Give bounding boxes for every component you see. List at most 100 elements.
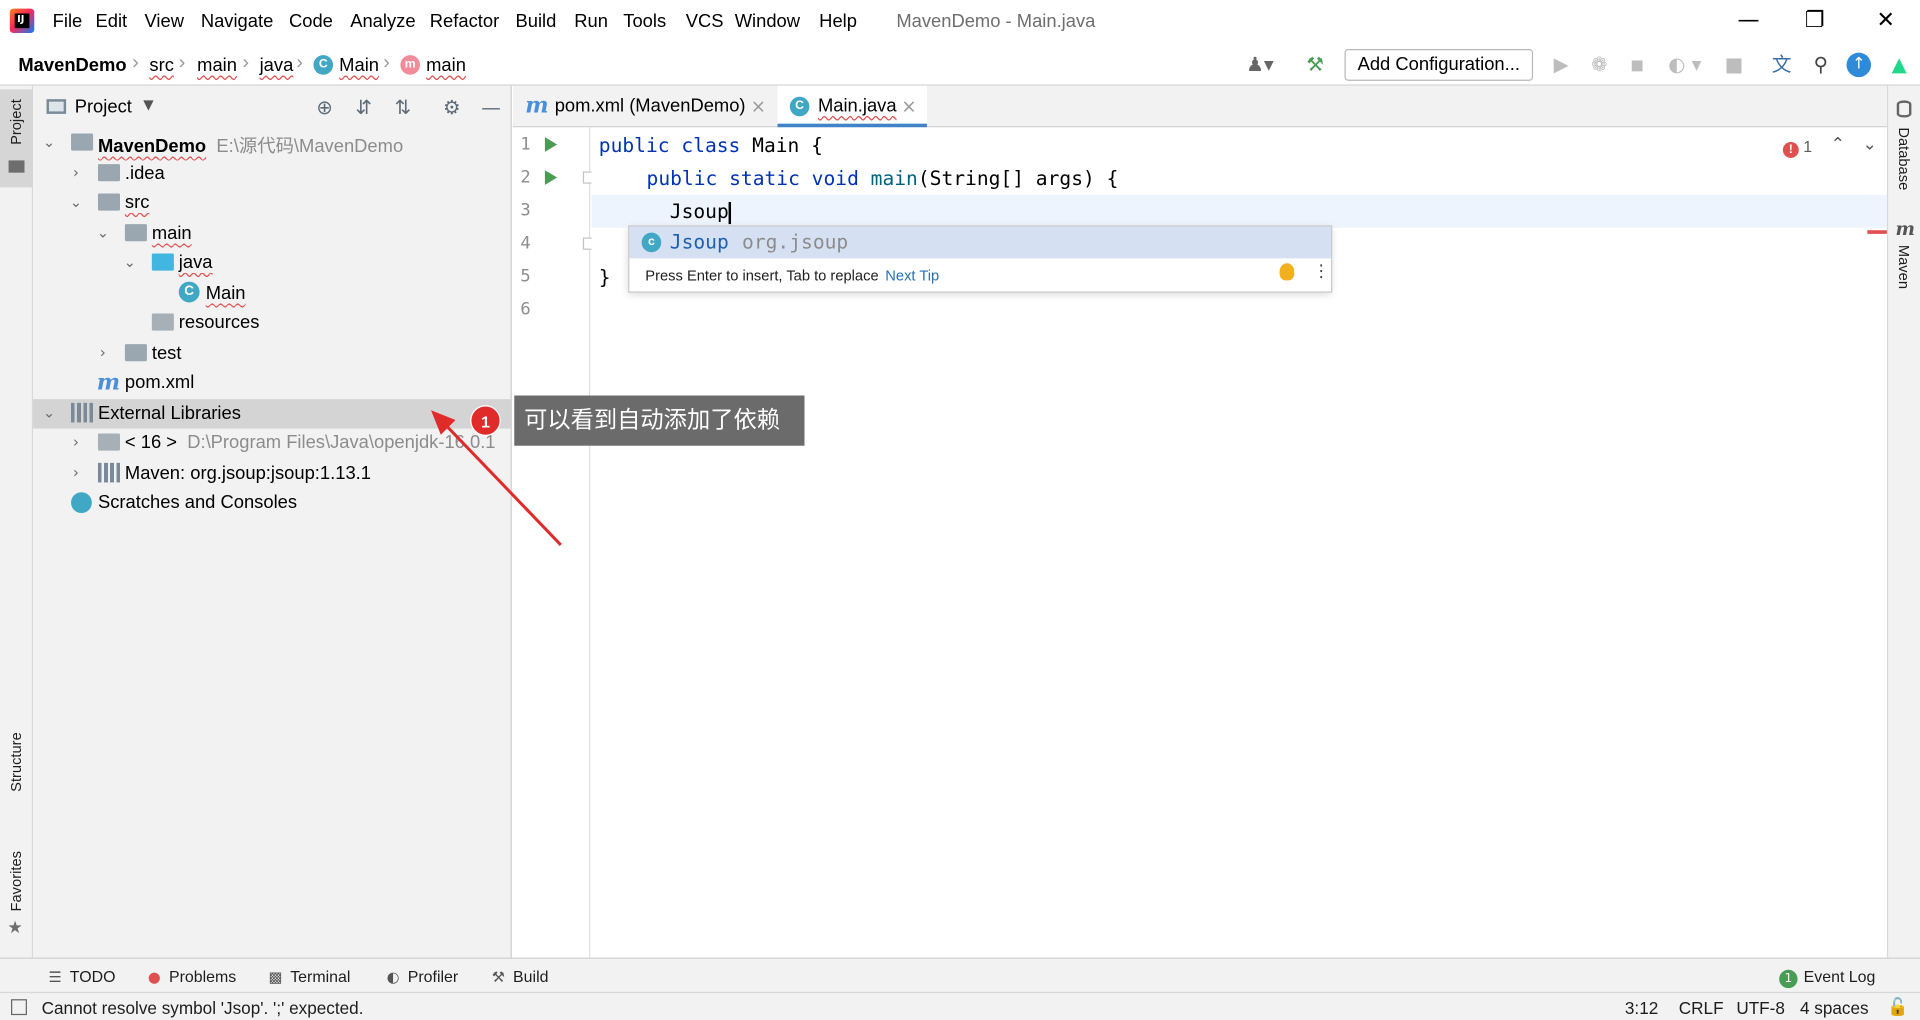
coverage-icon[interactable]: ◾ bbox=[1624, 51, 1651, 78]
error-stripe-mark[interactable] bbox=[1867, 230, 1887, 234]
menu-bar: IJ File Edit View Navigate Code Analyze … bbox=[0, 0, 1920, 45]
breadcrumb-project[interactable]: MavenDemo bbox=[18, 55, 126, 76]
gear-icon[interactable]: ⚙ bbox=[440, 96, 464, 120]
chevron-up-icon[interactable]: ⌃ bbox=[1831, 135, 1845, 155]
tab-favorites[interactable]: Favorites bbox=[7, 851, 24, 911]
tab-database[interactable]: Database bbox=[1896, 127, 1913, 190]
close-tab-icon[interactable]: × bbox=[901, 86, 916, 128]
menu-file[interactable]: File bbox=[53, 11, 83, 32]
bottom-tool-bar: ☰ TODO ● Problems ▩ Terminal ◐ Profiler ⚒ Bui… bbox=[0, 957, 1920, 992]
close-tab-icon[interactable]: × bbox=[751, 86, 766, 128]
tool-event-log[interactable]: 1 Event Log bbox=[1779, 967, 1875, 989]
tree-label-mavendemo: MavenDemo bbox=[97, 135, 207, 157]
minimize-icon[interactable]: — bbox=[1734, 7, 1763, 34]
chevron-right-icon[interactable]: › bbox=[67, 462, 84, 484]
next-tip-link[interactable]: Next Tip bbox=[885, 267, 939, 284]
project-view-selector[interactable]: Project bbox=[75, 97, 132, 118]
breadcrumb-java[interactable]: java bbox=[260, 55, 294, 76]
chevron-down-icon[interactable]: ⌄ bbox=[40, 402, 57, 424]
update-icon[interactable]: ↑ bbox=[1846, 52, 1872, 78]
line-number: 2 bbox=[520, 167, 531, 188]
tab-main-java[interactable]: C Main.java × bbox=[777, 85, 927, 128]
chevron-down-icon[interactable]: ⌄ bbox=[94, 222, 111, 244]
tab-structure[interactable]: Structure bbox=[7, 732, 24, 792]
tree-item-mavendemo[interactable]: ⌄ MavenDemo E:\源代码\MavenDemo bbox=[33, 129, 512, 158]
menu-code[interactable]: Code bbox=[289, 11, 333, 32]
menu-edit[interactable]: Edit bbox=[96, 11, 128, 32]
menu-navigate[interactable]: Navigate bbox=[201, 11, 273, 32]
error-count-indicator[interactable]: ! 1 bbox=[1782, 137, 1812, 158]
tool-problems[interactable]: ● Problems bbox=[146, 967, 236, 985]
tree-item-resources[interactable]: resources bbox=[33, 309, 512, 338]
lightbulb-icon[interactable] bbox=[1279, 263, 1295, 281]
menu-help[interactable]: Help bbox=[819, 11, 857, 32]
breadcrumb-method-main[interactable]: main bbox=[426, 55, 466, 76]
chevron-down-icon[interactable]: ⌄ bbox=[40, 131, 57, 153]
menu-view[interactable]: View bbox=[144, 11, 183, 32]
chevron-right-icon[interactable]: › bbox=[67, 431, 84, 453]
tree-path-mavendemo: E:\源代码\MavenDemo bbox=[216, 135, 404, 157]
hide-panel-icon[interactable]: — bbox=[479, 96, 503, 120]
translate-icon[interactable]: 文 bbox=[1768, 51, 1795, 78]
breadcrumb-class-main[interactable]: Main bbox=[339, 55, 379, 76]
menu-refactor[interactable]: Refactor bbox=[430, 11, 499, 32]
breadcrumb-main[interactable]: main bbox=[197, 55, 237, 76]
toggle-tool-windows-icon[interactable] bbox=[11, 999, 27, 1016]
window-title: MavenDemo - Main.java bbox=[896, 11, 1096, 32]
tree-item-java[interactable]: ⌄ java bbox=[33, 249, 512, 278]
chevron-down-icon[interactable]: ⌄ bbox=[1862, 135, 1876, 155]
indent-setting[interactable]: 4 spaces bbox=[1800, 998, 1869, 1018]
hammer-icon: ⚒ bbox=[491, 968, 505, 986]
breadcrumb-src[interactable]: src bbox=[149, 55, 173, 76]
menu-analyze[interactable]: Analyze bbox=[350, 11, 415, 32]
tree-item-main-class[interactable]: C Main bbox=[33, 279, 512, 308]
stop-icon[interactable]: ■ bbox=[1720, 51, 1747, 78]
run-gutter-icon[interactable] bbox=[544, 170, 558, 185]
user-dropdown-icon[interactable]: ♟▾ bbox=[1239, 51, 1281, 78]
completion-item-jsoup[interactable]: c Jsoup org.jsoup bbox=[629, 226, 1332, 259]
tool-terminal[interactable]: ▩ Terminal bbox=[267, 967, 351, 985]
event-log-icon: 1 bbox=[1779, 969, 1798, 989]
expand-all-icon[interactable]: ⇵ bbox=[351, 96, 375, 120]
more-options-icon[interactable]: ⋮ bbox=[1313, 263, 1330, 280]
menu-window[interactable]: Window bbox=[735, 11, 800, 32]
restore-icon[interactable]: ❐ bbox=[1800, 7, 1829, 34]
menu-build[interactable]: Build bbox=[516, 11, 557, 32]
lock-icon[interactable]: 🔓 bbox=[1887, 998, 1908, 1018]
locate-icon[interactable]: ⊕ bbox=[312, 96, 336, 120]
tree-item-pom[interactable]: m pom.xml bbox=[33, 369, 512, 398]
tree-item-test[interactable]: › test bbox=[33, 339, 512, 368]
tool-todo[interactable]: ☰ TODO bbox=[47, 967, 116, 985]
search-icon[interactable]: ⚲ bbox=[1807, 51, 1834, 78]
line-separator[interactable]: CRLF bbox=[1679, 998, 1724, 1018]
tool-profiler[interactable]: ◐ Profiler bbox=[384, 967, 459, 985]
caret-position[interactable]: 3:12 bbox=[1625, 998, 1658, 1018]
tree-label-main-class: Main bbox=[205, 282, 246, 304]
debug-icon[interactable]: ❁ bbox=[1586, 51, 1613, 78]
hammer-build-icon[interactable]: ⚒ bbox=[1302, 51, 1329, 78]
menu-vcs[interactable]: VCS bbox=[686, 11, 724, 32]
tool-build[interactable]: ⚒ Build bbox=[490, 967, 549, 985]
tab-pom-xml[interactable]: m pom.xml (MavenDemo) × bbox=[513, 86, 776, 128]
run-gutter-icon[interactable] bbox=[544, 137, 558, 152]
menu-tools[interactable]: Tools bbox=[623, 11, 666, 32]
close-icon[interactable]: ✕ bbox=[1871, 7, 1900, 34]
run-icon[interactable]: ▶ bbox=[1548, 51, 1575, 78]
file-encoding[interactable]: UTF-8 bbox=[1736, 998, 1785, 1018]
chevron-down-icon[interactable]: ⌄ bbox=[67, 191, 84, 213]
tab-project-tool[interactable]: Project bbox=[0, 89, 34, 188]
chevron-down-icon[interactable]: ⌄ bbox=[121, 251, 138, 273]
chevron-right-icon[interactable]: › bbox=[94, 342, 111, 364]
chevron-down-icon[interactable]: ▼ bbox=[143, 97, 153, 113]
tree-item-idea[interactable]: › .idea bbox=[33, 159, 512, 188]
menu-run[interactable]: Run bbox=[574, 11, 608, 32]
tab-maven[interactable]: Maven bbox=[1896, 245, 1913, 289]
tree-item-main[interactable]: ⌄ main bbox=[33, 219, 512, 248]
collapse-all-icon[interactable]: ⇅ bbox=[391, 96, 415, 120]
profile-icon[interactable]: ◐ ▾ bbox=[1660, 51, 1709, 78]
tree-label-java: java bbox=[178, 252, 213, 274]
tree-item-src[interactable]: ⌄ src bbox=[33, 189, 512, 218]
code-with-me-icon[interactable]: ▲ bbox=[1886, 51, 1913, 78]
add-configuration-button[interactable]: Add Configuration... bbox=[1344, 48, 1534, 81]
chevron-right-icon[interactable]: › bbox=[67, 162, 84, 184]
